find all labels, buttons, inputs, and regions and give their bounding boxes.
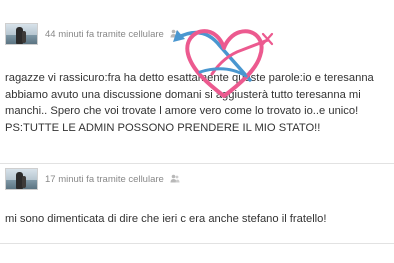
avatar[interactable] xyxy=(5,168,38,190)
divider xyxy=(0,163,394,164)
avatar[interactable] xyxy=(5,23,38,45)
post-timestamp: 44 minuti fa tramite cellulare xyxy=(45,29,180,40)
post-header: 44 minuti fa tramite cellulare xyxy=(5,23,180,45)
status-feed: 44 minuti fa tramite cellulare ragazze v… xyxy=(0,0,394,263)
post-header: 17 minuti fa tramite cellulare xyxy=(5,168,180,190)
pink-arrow-icon xyxy=(210,32,274,76)
divider xyxy=(0,243,394,244)
status-text: mi sono dimenticata di dire che ieri c e… xyxy=(5,213,327,225)
timestamp-text: 44 minuti fa tramite cellulare xyxy=(45,28,164,40)
people-icon xyxy=(170,29,180,37)
post-timestamp: 17 minuti fa tramite cellulare xyxy=(45,174,180,185)
status-text: ragazze vi rassicuro:fra ha detto esatta… xyxy=(5,72,374,134)
timestamp-text: 17 minuti fa tramite cellulare xyxy=(45,173,164,185)
people-icon xyxy=(170,174,180,182)
